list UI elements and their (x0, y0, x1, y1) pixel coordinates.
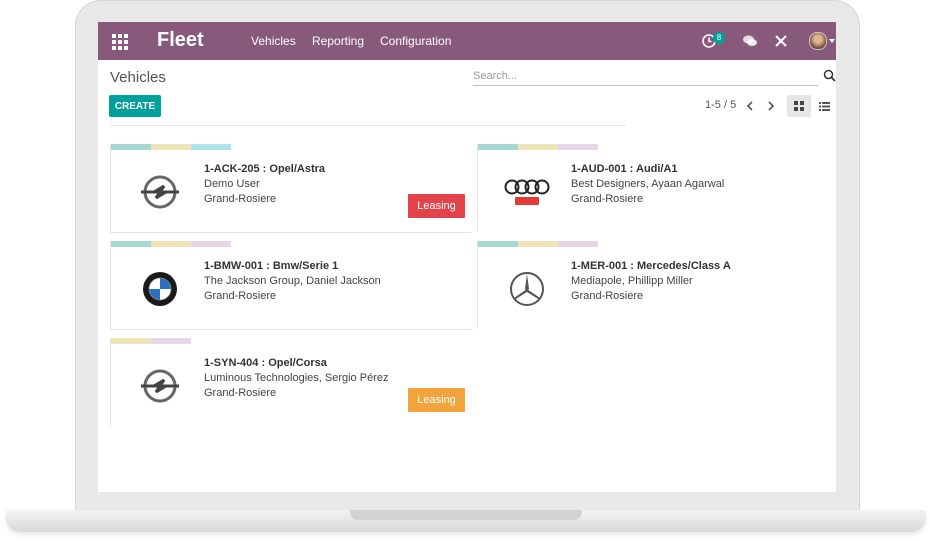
vehicle-driver: Demo User (204, 178, 260, 190)
tag-strip (111, 241, 231, 247)
opel-logo (135, 172, 185, 212)
vehicle-location: Grand-Rosiere (204, 290, 277, 302)
activity-count-badge: 8 (713, 32, 725, 44)
tag-strip (478, 241, 598, 247)
menu-configuration[interactable]: Configuration (380, 34, 451, 48)
status-badge: Leasing (408, 388, 465, 412)
chevron-left-icon[interactable] (744, 100, 756, 112)
tag-strip (111, 144, 231, 150)
vehicle-title: 1-SYN-404 : Opel/Corsa (204, 357, 327, 369)
apps-grid-icon[interactable] (112, 34, 128, 50)
page-title: Vehicles (110, 69, 166, 86)
vehicle-title: 1-AUD-001 : Audi/A1 (571, 163, 678, 175)
vehicle-card[interactable]: 1-ACK-205 : Opel/Astra Demo User Grand-R… (110, 144, 471, 233)
control-panel-divider (110, 125, 626, 126)
vehicle-title: 1-ACK-205 : Opel/Astra (204, 163, 326, 175)
kanban-grid-icon (794, 101, 804, 111)
pager-value[interactable]: 1-5 / 5 (705, 99, 736, 111)
chevron-down-icon[interactable] (829, 39, 835, 43)
opel-logo (135, 366, 185, 406)
vehicle-card[interactable]: 1-AUD-001 : Audi/A1 Best Designers, Ayaa… (477, 144, 836, 232)
mercedes-logo (502, 269, 552, 309)
top-navbar: Fleet Vehicles Reporting Configuration 8 (98, 22, 836, 60)
laptop-notch (350, 510, 582, 520)
vehicle-location: Grand-Rosiere (571, 193, 644, 205)
menu-vehicles[interactable]: Vehicles (251, 34, 296, 48)
user-avatar[interactable] (809, 32, 827, 50)
vehicle-driver: Mediapole, Phillipp Miller (571, 275, 693, 287)
tag-strip (111, 338, 191, 344)
status-badge: Leasing (408, 194, 465, 218)
chevron-right-icon[interactable] (765, 100, 777, 112)
create-button[interactable]: CREATE (109, 95, 161, 117)
audi-logo (502, 172, 552, 212)
bmw-logo (135, 269, 185, 309)
list-icon (818, 102, 830, 111)
vehicle-card[interactable]: 1-BMW-001 : Bmw/Serie 1 The Jackson Grou… (110, 241, 471, 330)
close-tools-icon[interactable] (773, 33, 789, 49)
app-brand: Fleet (157, 29, 204, 51)
vehicle-title: 1-MER-001 : Mercedes/Class A (571, 260, 731, 272)
vehicle-card[interactable]: 1-SYN-404 : Opel/Corsa Luminous Technolo… (110, 338, 471, 426)
app-screen: Fleet Vehicles Reporting Configuration 8… (98, 22, 836, 492)
menu-reporting[interactable]: Reporting (312, 34, 364, 48)
vehicle-location: Grand-Rosiere (204, 387, 277, 399)
vehicle-driver: Best Designers, Ayaan Agarwal (571, 178, 725, 190)
search-input[interactable] (473, 67, 818, 86)
kanban-view-button[interactable] (787, 95, 811, 117)
vehicle-driver: The Jackson Group, Daniel Jackson (204, 275, 381, 287)
tag-strip (478, 144, 598, 150)
vehicle-location: Grand-Rosiere (571, 290, 644, 302)
vehicle-card[interactable]: 1-MER-001 : Mercedes/Class A Mediapole, … (477, 241, 836, 329)
chat-bubbles-icon[interactable] (742, 33, 758, 49)
vehicle-title: 1-BMW-001 : Bmw/Serie 1 (204, 260, 339, 272)
vehicle-driver: Luminous Technologies, Sergio Pérez (204, 372, 389, 384)
vehicle-location: Grand-Rosiere (204, 193, 277, 205)
list-view-button[interactable] (812, 95, 836, 117)
search-icon[interactable] (823, 69, 836, 82)
